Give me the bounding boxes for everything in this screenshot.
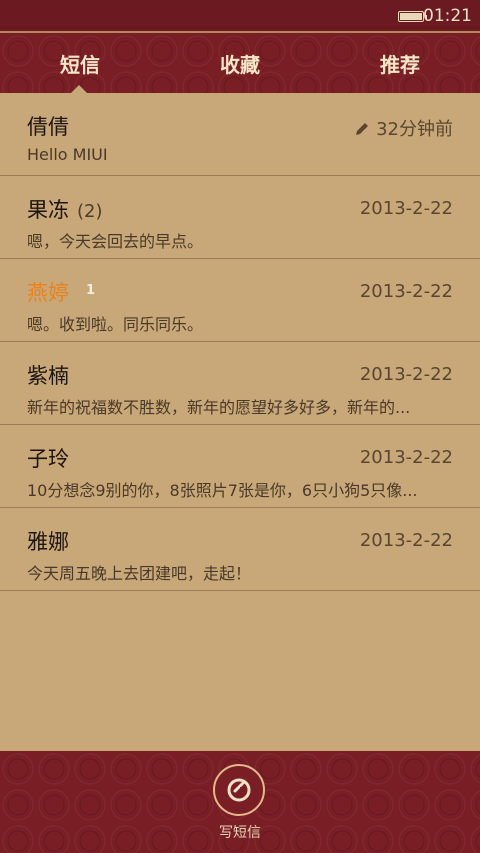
conversation-row[interactable]: 燕婷 1 2013-2-22 嗯。收到啦。同乐同乐。 (0, 259, 480, 342)
tab-sms[interactable]: 短信 (20, 49, 140, 78)
conversation-row[interactable]: 子玲 2013-2-22 10分想念9别的你，8张照片7张是你，6只小狗5只像.… (0, 425, 480, 508)
message-preview: 今天周五晚上去团建吧，走起！ (27, 564, 252, 583)
tab-bar: 短信 收藏 推荐 (0, 33, 480, 94)
tab-recommended[interactable]: 推荐 (340, 49, 460, 78)
message-time: 2013-2-22 (359, 530, 453, 551)
status-bar: 01:21 (0, 0, 480, 33)
compose-icon (227, 778, 251, 802)
message-preview: 新年的祝福数不胜数，新年的愿望好多好多，新年的... (27, 398, 411, 417)
battery-icon (398, 11, 427, 22)
contact-name: 倩倩 (27, 115, 69, 139)
message-time: 2013-2-22 (359, 447, 453, 468)
message-time: 2013-2-22 (359, 364, 453, 385)
contact-name-text: 果冻 (27, 198, 69, 222)
conversation-list: 倩倩 32分钟前 Hello MIUI 果冻 (2) 2013-2-22 嗯，今天… (0, 93, 480, 751)
status-time: 01:21 (423, 6, 472, 26)
message-preview: 嗯，今天会回去的早点。 (27, 232, 204, 251)
conversation-row[interactable]: 雅娜 2013-2-22 今天周五晚上去团建吧，走起！ (0, 508, 480, 591)
conversation-row[interactable]: 紫楠 2013-2-22 新年的祝福数不胜数，新年的愿望好多好多，新年的... (0, 342, 480, 425)
compose-button[interactable] (213, 764, 265, 816)
tab-favorites[interactable]: 收藏 (180, 49, 300, 78)
conversation-row[interactable]: 果冻 (2) 2013-2-22 嗯，今天会回去的早点。 (0, 176, 480, 259)
contact-name: 子玲 (27, 447, 69, 471)
message-time-text: 32分钟前 (376, 119, 453, 140)
contact-name: 燕婷 (27, 281, 69, 305)
bottom-bar: 写短信 (0, 751, 480, 853)
message-preview: Hello MIUI (27, 145, 108, 164)
message-preview: 10分想念9别的你，8张照片7张是你，6只小狗5只像... (27, 481, 418, 500)
message-count: (2) (77, 201, 103, 222)
unread-badge: 1 (86, 283, 96, 298)
contact-name: 雅娜 (27, 530, 69, 554)
message-time: 32分钟前 (354, 115, 453, 142)
contact-name: 果冻 (2) (27, 194, 103, 224)
draft-pencil-icon (354, 121, 370, 142)
conversation-row[interactable]: 倩倩 32分钟前 Hello MIUI (0, 93, 480, 176)
compose-label: 写短信 (219, 825, 261, 841)
message-time: 2013-2-22 (359, 198, 453, 219)
message-time: 2013-2-22 (359, 281, 453, 302)
message-preview: 嗯。收到啦。同乐同乐。 (27, 315, 204, 334)
contact-name: 紫楠 (27, 364, 69, 388)
